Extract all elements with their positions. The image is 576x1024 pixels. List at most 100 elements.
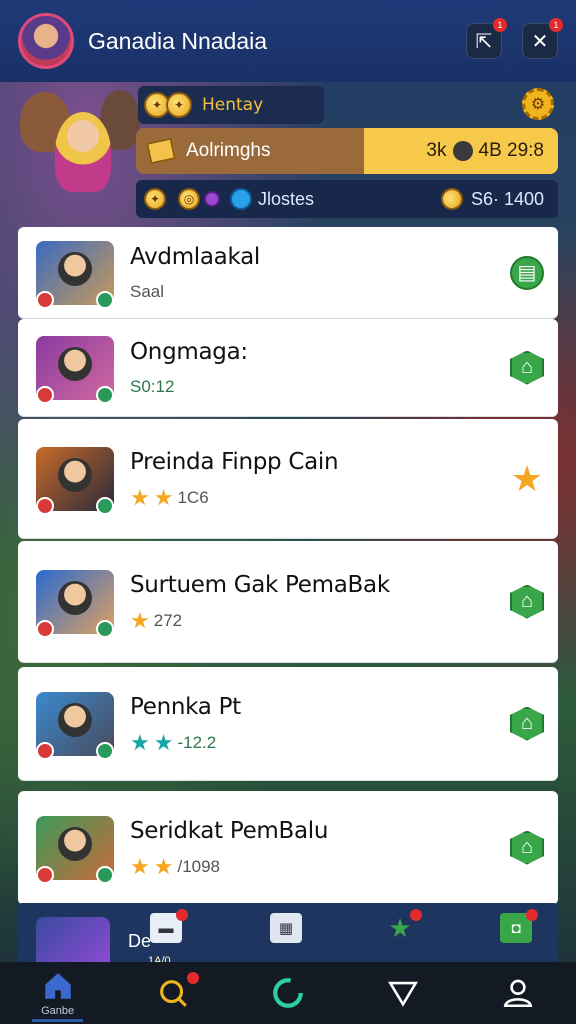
list-item[interactable]: Ongmaga: S0:12 ⌂ bbox=[18, 319, 558, 417]
ticket-icon bbox=[145, 137, 177, 165]
rank-badge-icon[interactable]: ⌂ bbox=[510, 830, 544, 865]
list-item-title: Avdmlaakal bbox=[130, 243, 260, 270]
search-icon bbox=[159, 980, 187, 1007]
currency-row-1[interactable]: ✦ ✦ Hentay bbox=[138, 86, 324, 124]
list-item-info: Ongmaga: S0:12 bbox=[130, 339, 510, 397]
share-button[interactable]: ⇱ 1 bbox=[466, 18, 507, 59]
list-item-meta: S0:12 bbox=[130, 377, 510, 397]
game-thumbnail[interactable] bbox=[36, 815, 114, 884]
inbox-icon[interactable]: ▬ bbox=[150, 909, 188, 943]
progress-ring-icon bbox=[273, 978, 303, 1008]
coin-icon bbox=[436, 183, 467, 215]
calendar-icon[interactable]: ▦ bbox=[270, 913, 302, 943]
nav-filter[interactable] bbox=[346, 962, 461, 1024]
list-item-meta: ★ ★ -12.2 bbox=[130, 729, 510, 755]
star-icon[interactable]: ★ bbox=[384, 909, 422, 943]
user-icon bbox=[504, 979, 533, 1008]
heart-badge-icon bbox=[36, 865, 54, 884]
game-thumbnail[interactable] bbox=[36, 240, 114, 309]
nav-label: Ganbe bbox=[41, 1005, 75, 1017]
achievements-value: 3k 4B 29:8 bbox=[426, 140, 544, 161]
game-thumbnail[interactable] bbox=[36, 691, 114, 760]
close-icon: ✕ bbox=[531, 30, 549, 53]
strip-label: De bbox=[128, 931, 152, 951]
star-icon: ★ bbox=[130, 729, 150, 755]
list-item[interactable]: Seridkat PemBalu ★ ★/1098 ⌂ bbox=[18, 791, 558, 905]
game-list: Avdmlaakal Saal ▤ Ongmaga: S0:12 ⌂ Preinda Fin… bbox=[18, 227, 558, 905]
list-item[interactable]: Preinda Finpp Cain ★ ★ 1C6 ★ bbox=[18, 419, 558, 539]
currency-label: Hentay bbox=[202, 95, 264, 115]
list-item-value: /1098 bbox=[177, 856, 221, 876]
nav-home[interactable]: Ganbe bbox=[0, 962, 115, 1024]
close-button[interactable]: ✕ 1 bbox=[522, 18, 563, 59]
list-item-title: Surtuem Gak PemaBak bbox=[130, 571, 390, 598]
triangle-down-icon bbox=[388, 981, 419, 1007]
list-item[interactable]: Surtuem Gak PemaBak ★ 272 ⌂ bbox=[18, 541, 558, 663]
star-icon: ★ bbox=[153, 484, 174, 510]
heart-badge-icon bbox=[36, 385, 54, 404]
list-item-info: Avdmlaakal Saal bbox=[130, 244, 510, 302]
currency-row-3[interactable]: ✦ ◎ Jlostes S6· 1400 bbox=[136, 180, 558, 218]
status-badge-icon bbox=[96, 741, 114, 760]
list-item[interactable]: Avdmlaakal Saal ▤ bbox=[18, 227, 558, 319]
list-item-info: Preinda Finpp Cain ★ ★ 1C6 bbox=[130, 449, 510, 509]
list-item-info: Seridkat PemBalu ★ ★/1098 bbox=[130, 818, 510, 878]
home-icon bbox=[44, 973, 71, 999]
game-thumbnail[interactable] bbox=[36, 335, 114, 404]
list-item-info: Pennka Pt ★ ★ -12.2 bbox=[130, 694, 510, 754]
nav-profile[interactable] bbox=[461, 962, 576, 1024]
list-item[interactable]: Pennka Pt ★ ★ -12.2 ⌂ bbox=[18, 667, 558, 781]
list-item-meta: ★ ★ 1C6 bbox=[130, 484, 510, 510]
list-item-title: Pennka Pt bbox=[130, 693, 241, 720]
bag-icon[interactable]: ◘ bbox=[500, 909, 538, 943]
app-title: Ganadia Nnadaia bbox=[88, 27, 268, 54]
list-item-value: 1C6 bbox=[177, 487, 209, 507]
rank-badge-icon[interactable]: ⌂ bbox=[510, 584, 544, 619]
game-thumbnail[interactable] bbox=[36, 446, 114, 515]
heart-badge-icon bbox=[36, 290, 54, 309]
gem-icon bbox=[204, 191, 220, 207]
favorite-star-icon[interactable]: ★ bbox=[510, 458, 544, 499]
bottom-nav: Ganbe bbox=[0, 962, 576, 1024]
list-item-title: Preinda Finpp Cain bbox=[130, 448, 339, 475]
star-icon: ★ bbox=[153, 729, 174, 755]
list-item-value: Saal bbox=[130, 281, 165, 301]
globe-icon bbox=[230, 188, 252, 210]
status-badge-icon bbox=[96, 290, 114, 309]
rank-badge-icon[interactable]: ⌂ bbox=[510, 706, 544, 741]
achievements-label: Aolrimghs bbox=[186, 140, 271, 161]
settings-gear-icon[interactable]: ⚙ bbox=[522, 88, 554, 120]
app-avatar[interactable] bbox=[18, 13, 74, 69]
share-icon: ⇱ bbox=[475, 30, 493, 53]
star-icon: ★ bbox=[130, 484, 150, 510]
list-item-value: S0:12 bbox=[130, 376, 175, 396]
heart-badge-icon bbox=[36, 741, 54, 760]
list-item-meta: ★ ★/1098 bbox=[130, 853, 510, 879]
status-badge-icon bbox=[96, 865, 114, 884]
game-thumbnail[interactable] bbox=[36, 917, 110, 963]
heart-badge-icon bbox=[36, 619, 54, 638]
timer-icon bbox=[452, 141, 473, 161]
achievements-bar[interactable]: Aolrimghs 3k 4B 29:8 bbox=[136, 128, 558, 174]
notification-badge bbox=[186, 972, 199, 984]
coin-icon: ✦ bbox=[166, 92, 192, 118]
game-thumbnail[interactable] bbox=[36, 569, 114, 638]
currency-label: Jlostes bbox=[258, 188, 315, 209]
nav-progress[interactable] bbox=[230, 962, 345, 1024]
star-icon: ★ bbox=[130, 607, 150, 633]
quick-actions-strip: De 1A/0 ▬ ▦ ★ ◘ bbox=[18, 903, 558, 967]
top-header: Ganadia Nnadaia ⇱ 1 ✕ 1 bbox=[0, 0, 576, 82]
nav-search[interactable] bbox=[115, 962, 230, 1024]
claim-button-icon[interactable]: ▤ bbox=[510, 255, 544, 290]
list-item-meta: Saal bbox=[130, 282, 510, 302]
notification-badge: 1 bbox=[493, 18, 507, 32]
status-badge-icon bbox=[96, 496, 114, 515]
star-icon: ★ bbox=[130, 853, 150, 879]
status-badge-icon bbox=[96, 619, 114, 638]
star-icon: ★ bbox=[153, 853, 174, 879]
hero-characters bbox=[0, 82, 140, 222]
list-item-value: 272 bbox=[153, 610, 183, 630]
rank-badge-icon[interactable]: ⌂ bbox=[510, 350, 544, 385]
coin-icon: ✦ bbox=[144, 188, 166, 210]
list-item-info: Surtuem Gak PemaBak ★ 272 bbox=[130, 572, 510, 632]
